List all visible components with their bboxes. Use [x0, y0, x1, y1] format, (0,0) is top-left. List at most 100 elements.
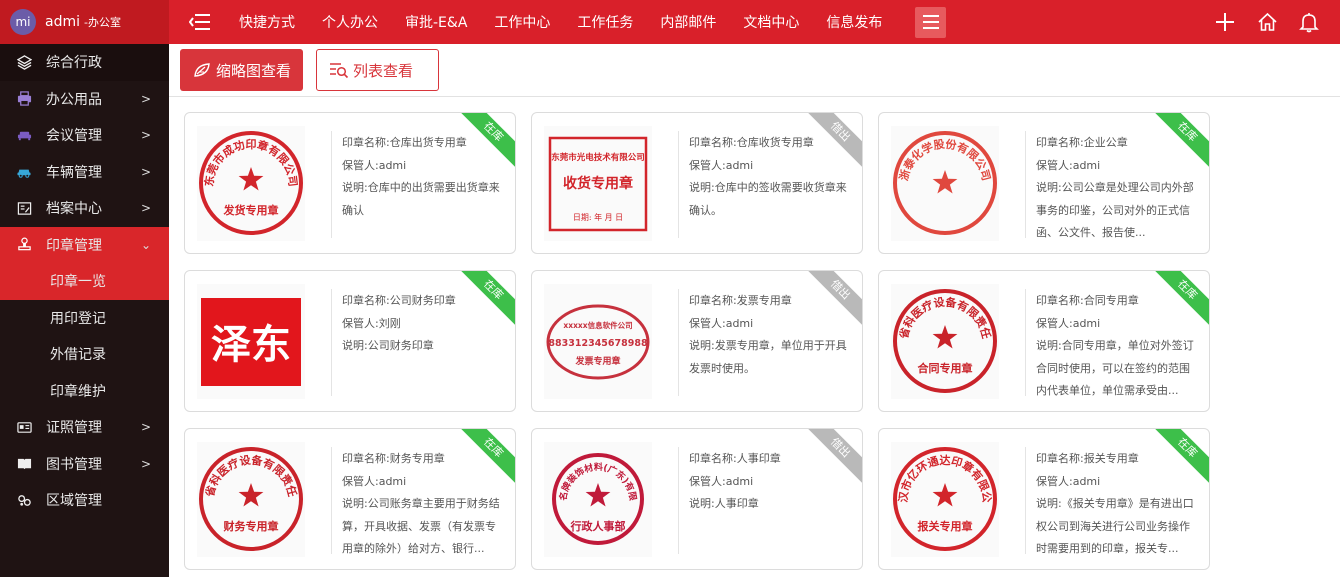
svg-text:发票专用章: 发票专用章 — [574, 355, 620, 367]
nav-personal-office[interactable]: 个人办公 — [322, 12, 378, 32]
seal-card[interactable]: 贵州省科医疗设备有限责任公司财务专用章 印章名称:财务专用章保管人:admi 说明:… — [184, 428, 516, 570]
list-view-button[interactable]: 列表查看 — [316, 49, 439, 91]
seal-name: 印章名称:仓库收货专用章 — [689, 136, 814, 149]
seal-card[interactable]: 世界名牌装饰材料(广东)有限公司行政人事部 印章名称:人事印章保管人:admi 说明… — [531, 428, 863, 570]
seal-info: 印章名称:仓库出货专用章 保管人:admi 说明:仓库中的出货需要出货章来确认 — [342, 131, 504, 222]
card-divider — [678, 289, 679, 396]
top-nav-bar: 快捷方式 个人办公 审批-E&A 工作中心 工作任务 内部邮件 文档中心 信息发… — [169, 0, 1340, 44]
svg-text:报关专用章: 报关专用章 — [918, 519, 973, 533]
seal-name: 印章名称:发票专用章 — [689, 294, 792, 307]
seal-image[interactable]: 东莞市光电技术有限公司 收货专用章 日期: 年 月 日 — [544, 126, 652, 241]
sidebar-item-label: 办公用品 — [46, 91, 102, 108]
seal-image[interactable]: 东莞市成功印章有限公司 发货专用章 — [197, 126, 305, 241]
seal-image[interactable]: 世界名牌装饰材料(广东)有限公司行政人事部 — [539, 433, 652, 557]
svg-text:xxxxx信息软件公司: xxxxx信息软件公司 — [563, 320, 632, 330]
seal-description: 说明:仓库中的出货需要出货章来确认 — [342, 181, 500, 217]
seal-image[interactable]: 贵州省科医疗设备有限责任公司合同专用章 — [885, 273, 999, 399]
user-header[interactable]: mi admi -办公室 — [0, 0, 169, 44]
card-divider — [331, 289, 332, 396]
hamburger-icon — [922, 15, 939, 29]
home-icon[interactable] — [1256, 11, 1278, 33]
seal-description: 说明:《报关专用章》是有进出口权公司到海关进行公司业务操作时需要用到的印章，报关… — [1036, 497, 1194, 555]
stamp-icon — [16, 237, 32, 253]
seal-card[interactable]: 贵州省科医疗设备有限责任公司合同专用章 印章名称:合同专用章保管人:admi 说明:… — [878, 270, 1210, 412]
nav-shortcuts[interactable]: 快捷方式 — [239, 12, 295, 32]
sidebar-item-archive[interactable]: 档案中心 > — [0, 190, 169, 227]
sidebar-subitem-seal-usage[interactable]: 用印登记 — [0, 300, 169, 337]
seal-image[interactable]: 贵州省科医疗设备有限责任公司财务专用章 — [191, 431, 305, 557]
seal-card[interactable]: 泽东 印章名称:公司财务印章 保管人:刘刚 说明:公司财务印章 在库 — [184, 270, 516, 412]
chevron-right-icon: > — [140, 420, 151, 434]
seal-name: 印章名称:仓库出货专用章 — [342, 136, 467, 149]
app-root: mi admi -办公室 综合行政 办公用品 > 会议管理 > 车辆管理 > 档… — [0, 0, 1340, 577]
sidebar: mi admi -办公室 综合行政 办公用品 > 会议管理 > 车辆管理 > 档… — [0, 0, 169, 577]
seal-image[interactable]: 泽东 — [197, 284, 305, 399]
seal-card[interactable]: 武汉市亿环通达印章有限公司报关专用章 印章名称:报关专用章保管人:admi 说明:《… — [878, 428, 1210, 570]
sidebar-subitem-seal-list[interactable]: 印章一览 — [0, 263, 169, 300]
seal-card[interactable]: 浙泰化学股份有限公司 印章名称:企业公章 保管人:admi 说明:公司公章是处理公司内… — [878, 112, 1210, 254]
bell-icon[interactable] — [1298, 11, 1320, 33]
avatar[interactable]: mi — [10, 9, 36, 35]
sidebar-item-vehicle[interactable]: 车辆管理 > — [0, 154, 169, 191]
sidebar-subitem-seal-maintenance[interactable]: 印章维护 — [0, 373, 169, 410]
seal-image[interactable]: 武汉市亿环通达印章有限公司报关专用章 — [886, 431, 999, 557]
seal-image[interactable]: xxxxx信息软件公司 883312345678988 发票专用章 — [544, 284, 652, 399]
seal-info: 印章名称:人事印章 保管人:admi 说明:人事印章 — [689, 447, 851, 516]
card-divider — [1025, 447, 1026, 554]
sidebar-item-seal[interactable]: 印章管理 ⌄ — [0, 226, 169, 263]
menu-toggle-icon[interactable] — [188, 13, 211, 31]
sidebar-item-admin[interactable]: 综合行政 — [0, 44, 169, 81]
chevron-down-icon: ⌄ — [140, 237, 151, 252]
printer-icon — [16, 91, 32, 107]
user-dept: -办公室 — [84, 16, 121, 29]
sidebar-item-label: 车辆管理 — [46, 164, 102, 181]
card-divider — [331, 131, 332, 238]
seal-name: 印章名称:公司财务印章 — [342, 294, 456, 307]
seal-description: 说明:仓库中的签收需要收货章来确认。 — [689, 181, 847, 217]
nav-internal-mail[interactable]: 内部邮件 — [660, 12, 716, 32]
view-toolbar: 缩略图查看 列表查看 — [169, 44, 1340, 97]
seal-info: 印章名称:公司财务印章 保管人:刘刚 说明:公司财务印章 — [342, 289, 504, 358]
sidebar-subitem-seal-loan[interactable]: 外借记录 — [0, 336, 169, 373]
sidebar-item-region[interactable]: 区域管理 — [0, 482, 169, 519]
nav-work-tasks[interactable]: 工作任务 — [577, 12, 633, 32]
seal-image[interactable]: 浙泰化学股份有限公司 — [891, 126, 999, 241]
nav-document-center[interactable]: 文档中心 — [743, 12, 799, 32]
layers-icon — [16, 54, 32, 70]
thumbnail-view-button[interactable]: 缩略图查看 — [180, 49, 303, 91]
sidebar-item-label: 综合行政 — [46, 55, 102, 72]
seal-description: 说明:发票专用章，单位用于开具发票时使用。 — [689, 339, 847, 375]
seal-name: 印章名称:企业公章 — [1036, 136, 1128, 149]
car-icon — [16, 164, 32, 180]
leaf-icon — [192, 60, 212, 80]
seal-card[interactable]: 东莞市光电技术有限公司 收货专用章 日期: 年 月 日印章名称:仓库收货专用章 保管人… — [531, 112, 863, 254]
sidebar-item-office-supplies[interactable]: 办公用品 > — [0, 81, 169, 118]
seal-card[interactable]: 东莞市成功印章有限公司 发货专用章 印章名称:仓库出货专用章 保管人:admi 说明:仓… — [184, 112, 516, 254]
seal-description: 说明:公司公章是处理公司内外部事务的印鉴，公司对外的正式信函、公文件、报告使..… — [1036, 181, 1194, 239]
svg-text:行政人事部: 行政人事部 — [570, 519, 626, 533]
card-divider — [1025, 131, 1026, 238]
svg-text:发货专用章: 发货专用章 — [223, 203, 279, 217]
top-right-actions — [1214, 0, 1340, 44]
nav-info-publish[interactable]: 信息发布 — [826, 12, 882, 32]
more-menu-button[interactable] — [915, 6, 947, 38]
card-divider — [678, 131, 679, 238]
seal-card[interactable]: xxxxx信息软件公司 883312345678988 发票专用章 印章名称:发票专用… — [531, 270, 863, 412]
seal-keeper: 保管人:admi — [689, 317, 754, 330]
seal-description: 说明:人事印章 — [689, 497, 759, 510]
nav-approval[interactable]: 审批-E&A — [405, 12, 467, 32]
sidebar-item-library[interactable]: 图书管理 > — [0, 446, 169, 483]
plus-icon[interactable] — [1214, 11, 1236, 33]
chevron-right-icon: > — [140, 201, 151, 215]
sidebar-item-license[interactable]: 证照管理 > — [0, 409, 169, 446]
seal-name: 印章名称:合同专用章 — [1036, 294, 1139, 307]
book-icon — [16, 456, 32, 472]
nav-work-center[interactable]: 工作中心 — [494, 12, 550, 32]
chevron-right-icon: > — [140, 456, 151, 471]
svg-text:泽东: 泽东 — [211, 321, 291, 368]
id-card-icon — [16, 419, 32, 435]
sidebar-item-meeting[interactable]: 会议管理 > — [0, 117, 169, 154]
svg-text:883312345678988: 883312345678988 — [548, 338, 648, 349]
svg-text:东莞市光电技术有限公司: 东莞市光电技术有限公司 — [551, 152, 645, 163]
seal-info: 印章名称:发票专用章 保管人:admi 说明:发票专用章，单位用于开具发票时使用。 — [689, 289, 851, 380]
